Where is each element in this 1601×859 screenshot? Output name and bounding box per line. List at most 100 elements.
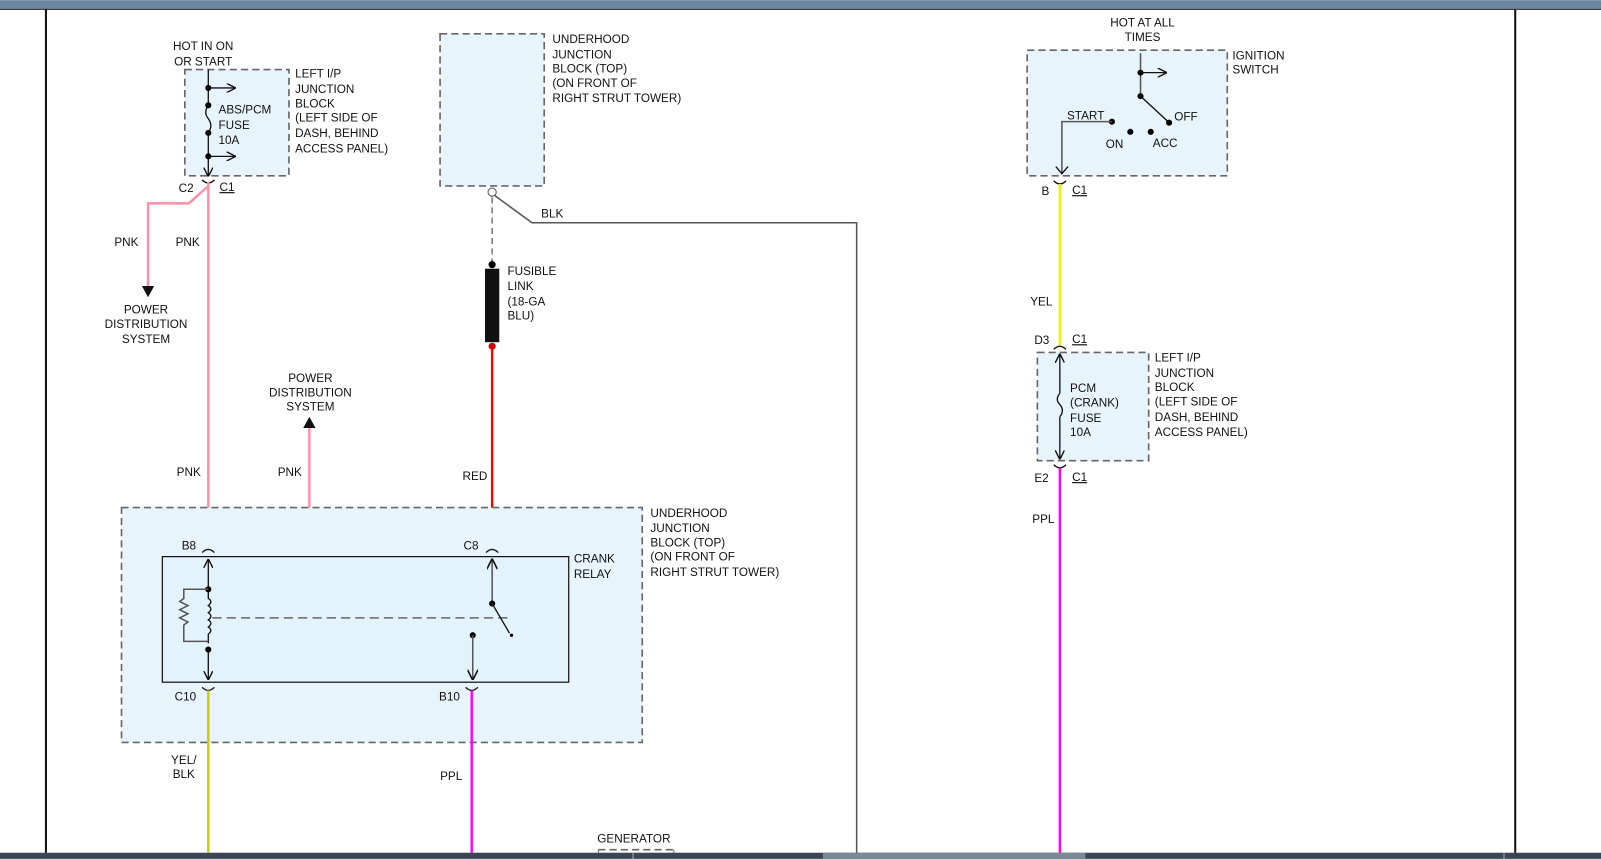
- label: PNK: [176, 236, 200, 249]
- label-line: BLOCK (TOP): [552, 63, 627, 76]
- label: B8: [182, 539, 197, 552]
- label-line: (LEFT SIDE OF: [1155, 396, 1238, 409]
- label-line: (18-GA: [507, 295, 545, 308]
- label-line: BLOCK: [295, 97, 335, 110]
- label-line: (LEFT SIDE OF: [295, 112, 378, 125]
- label: OFF: [1174, 111, 1197, 124]
- label-line: ACCESS PANEL): [295, 142, 388, 155]
- label: ACC: [1153, 137, 1178, 150]
- label: PNK: [177, 466, 201, 479]
- label: PNK: [278, 466, 302, 479]
- pcm-block-label: LEFT I/P JUNCTION BLOCK (LEFT SIDE OF DASH, …: [1155, 352, 1248, 440]
- label: PNK: [114, 236, 138, 249]
- label-line: BLK: [173, 768, 195, 781]
- label-line: UNDERHOOD: [552, 33, 629, 46]
- label: ON: [1106, 138, 1124, 151]
- label-line: TIMES: [1125, 31, 1161, 44]
- label-line: DASH, BEHIND: [1155, 411, 1238, 424]
- label-line: (ON FRONT OF: [650, 551, 735, 564]
- label: PPL: [440, 770, 463, 783]
- pcm-crank-fuse-block: D3 C1 PCM (CRANK) FUSE 10A LEFT I/P JUNCTION…: [1032, 333, 1248, 853]
- underhood-top-label: UNDERHOOD JUNCTION BLOCK (TOP) (ON FRONT OF…: [552, 33, 681, 105]
- label: RED: [463, 470, 488, 483]
- label: C8: [464, 539, 479, 552]
- arrow-down-icon: [141, 286, 155, 298]
- label-line: OR START: [174, 55, 232, 68]
- label: C2: [179, 182, 194, 195]
- fusible-link-label: FUSIBLE LINK (18-GA BLU): [507, 265, 556, 323]
- crank-relay: [161, 556, 570, 683]
- label-line: JUNCTION: [650, 522, 709, 535]
- label: BLK: [541, 208, 563, 221]
- label-line: LEFT I/P: [1155, 352, 1201, 365]
- yel-blk-wire-label: YEL/BLK: [171, 754, 197, 781]
- label-line: RIGHT STRUT TOWER): [650, 566, 779, 579]
- label: C1: [1072, 184, 1087, 197]
- label-line: SWITCH: [1232, 64, 1278, 77]
- label-line: YEL/: [171, 754, 197, 767]
- label-line: DASH, BEHIND: [295, 127, 378, 140]
- label-line: JUNCTION: [552, 48, 611, 61]
- label: E2: [1034, 472, 1048, 485]
- label: B10: [439, 691, 460, 704]
- label: D3: [1034, 334, 1049, 347]
- power-distribution-label: POWER DISTRIBUTION SYSTEM: [105, 304, 188, 347]
- hot-in-on-label: HOT IN ON OR START: [173, 40, 233, 68]
- label-line: 10A: [1070, 426, 1091, 439]
- horizontal-scrollbar[interactable]: [0, 852, 1601, 859]
- label-line: DISTRIBUTION: [269, 386, 352, 399]
- top-bar: [0, 0, 1601, 10]
- label: C10: [175, 691, 197, 704]
- label-line: 10A: [219, 134, 240, 147]
- label-line: JUNCTION: [295, 83, 354, 96]
- label: C1: [1072, 471, 1087, 484]
- label-line: HOT AT ALL: [1110, 17, 1175, 30]
- arrow-up-icon: [303, 416, 316, 428]
- pnk-wires: PNK PNK POWER DISTRIBUTION SYSTEM PNK PNK PO…: [105, 181, 352, 549]
- label-line: DISTRIBUTION: [105, 318, 188, 331]
- label-line: SYSTEM: [286, 401, 334, 414]
- label: C1: [220, 181, 235, 194]
- label-line: BLOCK: [1155, 381, 1195, 394]
- label-line: RIGHT STRUT TOWER): [552, 92, 681, 105]
- label-line: ACCESS PANEL): [1155, 426, 1248, 439]
- label: START: [1067, 110, 1104, 123]
- ignition-switch-label: IGNITION SWITCH: [1232, 49, 1284, 76]
- label-line: (ON FRONT OF: [552, 77, 637, 90]
- label-line: RELAY: [574, 568, 612, 581]
- underhood-main-label: UNDERHOOD JUNCTION BLOCK (TOP) (ON FRONT OF…: [650, 507, 779, 579]
- label-line: LEFT I/P: [295, 68, 341, 81]
- generator: GENERATOR: [597, 833, 675, 853]
- label-line: ABS/PCM: [219, 103, 272, 116]
- wiring-diagram: HOT IN ON OR START ABS/PCM FUSE 10A LEFT I/…: [0, 0, 1601, 859]
- label-line: PCM: [1070, 382, 1096, 395]
- label-line: UNDERHOOD: [650, 507, 727, 520]
- left-ip-block-label: LEFT I/P JUNCTION BLOCK (LEFT SIDE OF DASH, …: [295, 68, 388, 156]
- label: C1: [1072, 333, 1087, 346]
- label-line: SYSTEM: [122, 333, 170, 346]
- underhood-junction-block-main: UNDERHOOD JUNCTION BLOCK (TOP) (ON FRONT OF…: [120, 506, 779, 853]
- label: GENERATOR: [597, 833, 670, 846]
- label-line: FUSE: [1070, 412, 1101, 425]
- label-line: FUSE: [219, 119, 250, 132]
- fusible-link-icon: [484, 268, 500, 343]
- scrollbar-thumb[interactable]: [822, 852, 1086, 859]
- label-line: FUSIBLE: [507, 265, 556, 278]
- label-line: (CRANK): [1070, 397, 1119, 410]
- left-ip-junction-block: HOT IN ON OR START ABS/PCM FUSE 10A LEFT I/…: [173, 40, 388, 195]
- label-line: BLOCK (TOP): [650, 536, 725, 549]
- label-line: POWER: [124, 304, 168, 317]
- label: YEL: [1030, 295, 1053, 308]
- label-line: BLU): [507, 310, 534, 323]
- label: B: [1041, 185, 1049, 198]
- label: PPL: [1032, 513, 1055, 526]
- label-line: POWER: [288, 372, 332, 385]
- label-line: CRANK: [574, 553, 615, 566]
- hot-at-all-times-label: HOT AT ALL TIMES: [1110, 17, 1175, 44]
- label-line: HOT IN ON: [173, 40, 233, 53]
- power-distribution-label-2: POWER DISTRIBUTION SYSTEM: [269, 372, 352, 414]
- label-line: IGNITION: [1232, 49, 1284, 62]
- label-line: JUNCTION: [1155, 367, 1214, 380]
- label-line: LINK: [507, 280, 533, 293]
- ignition-switch: HOT AT ALL TIMES IGNITION SWITCH OFF START…: [1026, 17, 1285, 346]
